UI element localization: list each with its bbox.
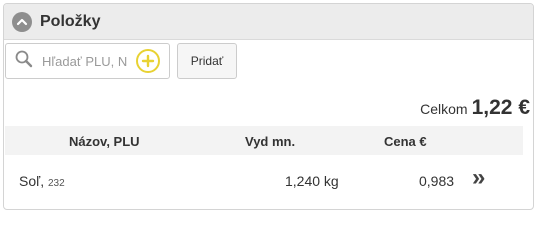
table-row[interactable]: Soľ, 232 1,240 kg 0,983 » (5, 160, 523, 200)
row-item-name: Soľ, 232 (19, 173, 65, 189)
collapse-chevron-up-icon[interactable] (12, 11, 32, 32)
toolbar: Pridať (5, 43, 237, 79)
search-box[interactable] (5, 43, 170, 79)
column-header-name-plu: Názov, PLU (69, 134, 140, 149)
search-input[interactable] (42, 53, 132, 69)
panel-header: Položky (4, 4, 533, 40)
total-value: 1,22 € (471, 96, 530, 119)
table-header: Názov, PLU Vyd mn. Cena € (5, 126, 523, 155)
panel-title: Položky (40, 12, 101, 30)
search-icon (14, 49, 34, 74)
item-name: Soľ, (19, 173, 45, 189)
column-header-price: Cena € (384, 134, 427, 149)
row-detail-chevron-icon[interactable]: » (472, 166, 485, 190)
total-summary: Celkom 1,22 € (420, 96, 530, 120)
item-quantity: 1,240 kg (285, 173, 339, 189)
total-label: Celkom (420, 101, 468, 117)
item-plu: 232 (48, 178, 65, 189)
add-button[interactable]: Pridať (177, 43, 237, 79)
column-header-quantity: Vyd mn. (245, 134, 296, 149)
add-plus-icon[interactable] (136, 49, 160, 73)
item-price: 0,983 (419, 173, 455, 189)
